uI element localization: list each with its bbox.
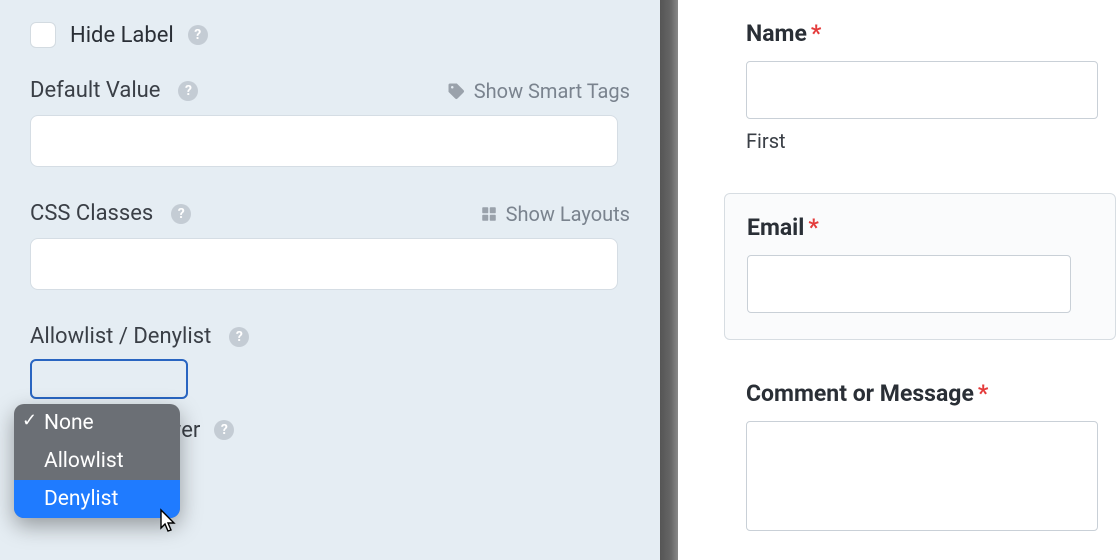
dropdown-option-none[interactable]: None — [14, 404, 180, 442]
comment-field-label: Comment or Message * — [746, 380, 1116, 407]
help-icon[interactable]: ? — [171, 204, 191, 224]
allowlist-dropdown[interactable]: None Allowlist Denylist — [14, 404, 180, 518]
show-layouts-text: Show Layouts — [506, 202, 630, 226]
tag-icon — [446, 81, 466, 101]
dropdown-option-allowlist[interactable]: Allowlist — [14, 442, 180, 480]
form-preview-panel: Name * First Email * Comment or Message … — [678, 0, 1116, 560]
name-field-block: Name * First — [746, 20, 1116, 153]
panel-divider[interactable] — [660, 0, 678, 560]
help-icon[interactable]: ? — [178, 81, 198, 101]
default-value-input[interactable] — [30, 115, 618, 167]
email-field-block[interactable]: Email * — [724, 193, 1116, 340]
comment-label-text: Comment or Message — [746, 380, 974, 407]
name-sub-label: First — [746, 129, 1116, 153]
required-asterisk: * — [978, 380, 988, 407]
hide-label-checkbox[interactable] — [30, 22, 56, 48]
name-field-label: Name * — [746, 20, 1116, 47]
default-value-section: Default Value ? Show Smart Tags — [30, 78, 630, 167]
grid-icon — [480, 205, 498, 223]
email-label-text: Email — [747, 214, 804, 241]
dropdown-option-denylist[interactable]: Denylist — [14, 480, 180, 518]
css-classes-head: CSS Classes ? Show Layouts — [30, 201, 630, 226]
css-classes-input[interactable] — [30, 238, 618, 290]
hide-label-text: Hide Label — [70, 23, 174, 48]
show-smart-tags-link[interactable]: Show Smart Tags — [446, 79, 630, 103]
hide-label-row: Hide Label ? — [30, 22, 630, 48]
help-icon[interactable]: ? — [188, 25, 208, 45]
allowlist-select[interactable] — [30, 359, 188, 399]
allowlist-label: Allowlist / Denylist — [30, 324, 211, 349]
css-classes-section: CSS Classes ? Show Layouts — [30, 201, 630, 290]
comment-textarea[interactable] — [746, 421, 1098, 531]
css-classes-label: CSS Classes — [30, 201, 153, 226]
comment-field-block: Comment or Message * — [746, 380, 1116, 531]
settings-panel: Hide Label ? Default Value ? Show Smart … — [0, 0, 660, 560]
default-value-head: Default Value ? Show Smart Tags — [30, 78, 630, 103]
help-icon[interactable]: ? — [214, 420, 234, 440]
required-asterisk: * — [811, 20, 821, 47]
required-asterisk: * — [808, 214, 818, 241]
show-layouts-link[interactable]: Show Layouts — [480, 202, 630, 226]
name-first-input[interactable] — [746, 61, 1098, 119]
help-icon[interactable]: ? — [229, 327, 249, 347]
default-value-label: Default Value — [30, 78, 160, 103]
email-field-label: Email * — [747, 214, 1115, 241]
allowlist-head: Allowlist / Denylist ? — [30, 324, 630, 349]
show-smart-tags-text: Show Smart Tags — [474, 79, 630, 103]
email-input[interactable] — [747, 255, 1071, 313]
name-label-text: Name — [746, 20, 807, 47]
